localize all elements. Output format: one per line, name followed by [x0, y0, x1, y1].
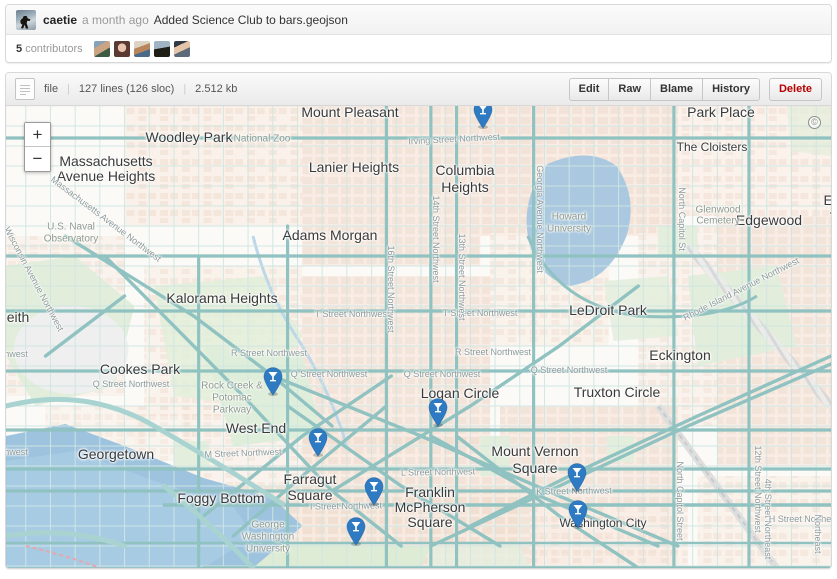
contributor-avatar-list — [93, 40, 190, 57]
commit-panel: caetie a month ago Added Science Club to… — [5, 4, 832, 63]
cocktail-glass-marker[interactable] — [307, 427, 329, 457]
contributors-row: 5 contributors — [6, 35, 831, 62]
cocktail-glass-marker[interactable] — [363, 476, 385, 506]
edit-button[interactable]: Edit — [568, 77, 610, 101]
file-line-count: 127 lines (126 sloc) — [78, 83, 175, 95]
meta-divider-1: | — [67, 83, 70, 95]
contributor-avatar-1[interactable] — [93, 40, 110, 57]
file-icon — [15, 78, 35, 100]
cocktail-glass-marker[interactable] — [345, 516, 367, 546]
commit-author[interactable]: caetie — [43, 13, 77, 27]
blame-button[interactable]: Blame — [650, 77, 704, 101]
cocktail-glass-marker[interactable] — [567, 499, 589, 529]
delete-button[interactable]: Delete — [768, 77, 822, 101]
contributor-avatar-2[interactable] — [113, 40, 130, 57]
cocktail-glass-marker[interactable] — [566, 462, 588, 492]
map-zoom-control: + − — [24, 122, 51, 172]
history-button[interactable]: History — [702, 77, 760, 101]
copyright-icon[interactable]: © — [808, 116, 821, 129]
file-header-toolbar: file | 127 lines (126 sloc) | 2.512 kb E… — [6, 73, 831, 106]
contributor-avatar-5[interactable] — [173, 40, 190, 57]
contributors-label: contributors — [25, 42, 83, 55]
map-tile-canvas — [6, 106, 831, 568]
commit-message[interactable]: Added Science Club to bars.geojson — [154, 13, 348, 27]
commit-timestamp: a month ago — [82, 12, 149, 27]
raw-button[interactable]: Raw — [608, 77, 652, 101]
zoom-out-button[interactable]: − — [25, 147, 50, 171]
zoom-in-button[interactable]: + — [25, 123, 50, 147]
cocktail-glass-marker[interactable] — [427, 397, 449, 427]
contributors-number: 5 — [16, 42, 23, 55]
file-action-buttons: Edit Raw Blame History Delete — [568, 77, 822, 101]
file-size: 2.512 kb — [195, 83, 238, 95]
file-type-label: file — [44, 83, 59, 95]
geojson-map[interactable]: Woodley Park National Zoo Mount Pleasant Pa… — [6, 106, 831, 568]
meta-divider-2: | — [183, 83, 187, 95]
contributor-avatar-4[interactable] — [153, 40, 170, 57]
cocktail-glass-marker[interactable] — [472, 106, 494, 129]
file-metadata: file | 127 lines (126 sloc) | 2.512 kb — [44, 83, 237, 95]
user-avatar — [16, 9, 36, 30]
contributor-avatar-3[interactable] — [133, 40, 150, 57]
file-viewer-box: file | 127 lines (126 sloc) | 2.512 kb E… — [5, 72, 832, 569]
cocktail-glass-marker[interactable] — [262, 366, 284, 396]
contributors-count[interactable]: 5 contributors — [16, 43, 83, 55]
commit-header-row: caetie a month ago Added Science Club to… — [6, 5, 831, 35]
